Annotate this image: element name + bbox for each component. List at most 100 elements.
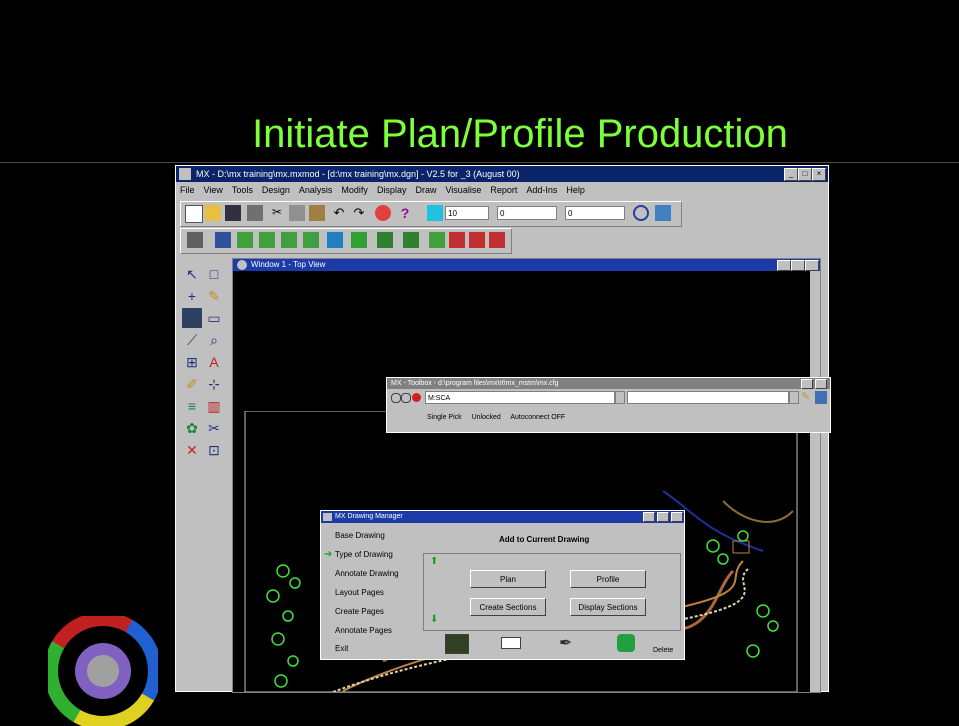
select-icon[interactable]: ↖: [182, 264, 202, 284]
mx-tool-5-icon[interactable]: [281, 232, 297, 248]
mx-tool-9-icon[interactable]: [377, 232, 393, 248]
mx-tool-13-icon[interactable]: [469, 232, 485, 248]
mx-tool-12-icon[interactable]: [449, 232, 465, 248]
trim-icon[interactable]: ✂: [204, 418, 224, 438]
step-exit[interactable]: Exit: [335, 644, 348, 653]
toolbox-close-icon[interactable]: [815, 379, 827, 389]
settings-icon[interactable]: [375, 205, 391, 221]
fence-icon[interactable]: □: [204, 264, 224, 284]
profile-button[interactable]: Profile: [570, 570, 646, 588]
snap-icon[interactable]: ⊹: [204, 374, 224, 394]
mx-tool-1-icon[interactable]: [187, 232, 203, 248]
menu-addins[interactable]: Add-Ins: [526, 185, 557, 195]
close-icon[interactable]: ×: [812, 168, 826, 181]
text-icon[interactable]: A: [204, 352, 224, 372]
menu-analysis[interactable]: Analysis: [299, 185, 333, 195]
menu-tools[interactable]: Tools: [232, 185, 253, 195]
step-base-drawing[interactable]: Base Drawing: [335, 531, 385, 540]
step-annotate-pages[interactable]: Annotate Pages: [335, 626, 392, 635]
edit-icon[interactable]: ✐: [182, 374, 202, 394]
step-annotate-drawing[interactable]: Annotate Drawing: [335, 569, 399, 578]
dialog-close-icon[interactable]: [671, 512, 683, 522]
menu-display[interactable]: Display: [377, 185, 407, 195]
measure-icon[interactable]: ⊞: [182, 352, 202, 372]
secondary-field[interactable]: [627, 391, 789, 404]
help-icon[interactable]: ?: [397, 205, 413, 221]
mx-tool-6-icon[interactable]: [303, 232, 319, 248]
menu-visualise[interactable]: Visualise: [445, 185, 481, 195]
mx-tool-7-icon[interactable]: [327, 232, 343, 248]
pen-icon[interactable]: ✒: [559, 633, 572, 653]
mx-tool-8-icon[interactable]: [351, 232, 367, 248]
view-close-icon[interactable]: [805, 260, 819, 271]
maximize-icon[interactable]: □: [798, 168, 812, 181]
level-select[interactable]: 10: [445, 206, 489, 220]
user-icon[interactable]: [617, 634, 635, 652]
menu-design[interactable]: Design: [262, 185, 290, 195]
pencil-icon[interactable]: ✎: [204, 286, 224, 306]
dialog-minimize-icon[interactable]: [643, 512, 655, 522]
scale-bar-icon[interactable]: [501, 637, 521, 649]
scroll-up-icon[interactable]: ⬆: [430, 556, 438, 567]
weight-select[interactable]: 0: [497, 206, 557, 220]
step-layout-pages[interactable]: Layout Pages: [335, 588, 384, 597]
place-point-icon[interactable]: +: [182, 286, 202, 306]
save-icon[interactable]: [225, 205, 241, 221]
cut-icon[interactable]: ✂: [269, 205, 285, 221]
toolbox-help-icon[interactable]: [801, 379, 813, 389]
new-file-icon[interactable]: [185, 205, 203, 223]
mx-tool-10-icon[interactable]: [403, 232, 419, 248]
stop-icon[interactable]: [412, 393, 421, 402]
create-sections-button[interactable]: Create Sections: [470, 598, 546, 616]
view-scrollbar[interactable]: [810, 271, 820, 692]
dialog-maximize-icon[interactable]: [657, 512, 669, 522]
group-icon[interactable]: ⊡: [204, 440, 224, 460]
mx-tool-2-icon[interactable]: [215, 232, 231, 248]
copy-element-icon[interactable]: ≡: [182, 396, 202, 416]
minimize-icon[interactable]: _: [784, 168, 798, 181]
delete-icon[interactable]: ✕: [182, 440, 202, 460]
view-menu-icon[interactable]: [237, 260, 247, 270]
string-dropdown-icon[interactable]: [615, 391, 625, 404]
redo-icon[interactable]: ↷: [351, 205, 367, 221]
step-type-of-drawing[interactable]: Type of Drawing: [335, 550, 393, 559]
radio-2-icon[interactable]: [401, 393, 411, 403]
window-tool-icon[interactable]: [815, 391, 827, 404]
delete-label[interactable]: Delete: [653, 647, 673, 654]
view-window[interactable]: Window 1 - Top View MX - Toolbox - d:\pr…: [232, 258, 831, 693]
menu-modify[interactable]: Modify: [341, 185, 368, 195]
undo-icon[interactable]: ↶: [331, 205, 347, 221]
mx-tool-4-icon[interactable]: [259, 232, 275, 248]
paste-icon[interactable]: [309, 205, 325, 221]
info-icon[interactable]: [633, 205, 649, 221]
rectangle-icon[interactable]: ▭: [204, 308, 224, 328]
plan-button[interactable]: Plan: [470, 570, 546, 588]
brush-icon[interactable]: ✿: [182, 418, 202, 438]
view-icon[interactable]: [182, 308, 202, 328]
menu-file[interactable]: File: [180, 185, 195, 195]
secondary-dropdown-icon[interactable]: [789, 391, 799, 404]
copy-icon[interactable]: [289, 205, 305, 221]
string-field[interactable]: M:SCA: [425, 391, 615, 404]
view-maximize-icon[interactable]: [791, 260, 805, 271]
image-icon[interactable]: [445, 634, 469, 654]
tool-icon[interactable]: [655, 205, 671, 221]
color-icon[interactable]: [427, 205, 443, 221]
scroll-down-icon[interactable]: ⬇: [430, 614, 438, 625]
zoom-icon[interactable]: ⌕: [204, 330, 224, 350]
view-minimize-icon[interactable]: [777, 260, 791, 271]
open-folder-icon[interactable]: [205, 205, 221, 221]
mx-tool-3-icon[interactable]: [237, 232, 253, 248]
step-create-pages[interactable]: Create Pages: [335, 607, 384, 616]
menu-view[interactable]: View: [204, 185, 223, 195]
pencil-tool-icon[interactable]: ✎: [801, 391, 813, 404]
radio-1-icon[interactable]: [391, 393, 401, 403]
menu-help[interactable]: Help: [566, 185, 585, 195]
line-icon[interactable]: ⟋: [182, 330, 202, 350]
menu-report[interactable]: Report: [490, 185, 517, 195]
mx-tool-11-icon[interactable]: [429, 232, 445, 248]
print-icon[interactable]: [247, 205, 263, 221]
mx-tool-14-icon[interactable]: [489, 232, 505, 248]
menu-draw[interactable]: Draw: [415, 185, 436, 195]
style-select[interactable]: 0: [565, 206, 625, 220]
